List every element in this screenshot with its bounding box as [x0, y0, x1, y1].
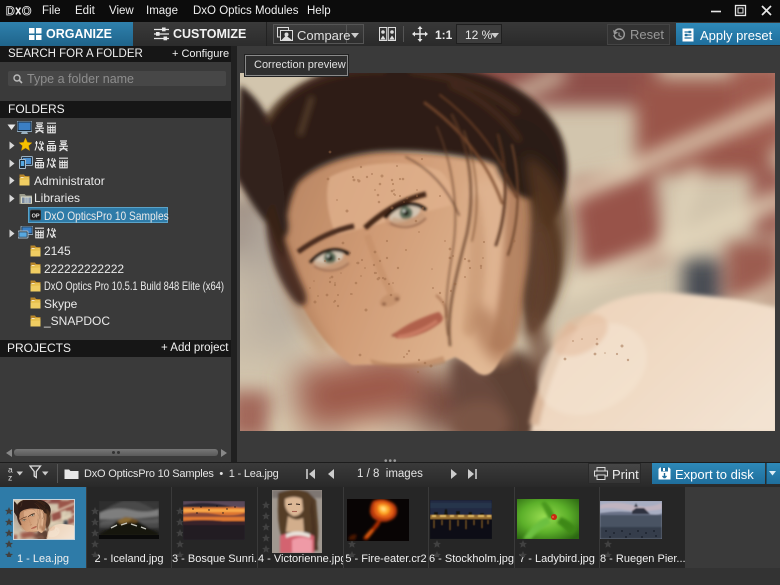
svg-text:O: O	[22, 5, 31, 17]
svg-text:D: D	[6, 5, 15, 17]
svg-text:z: z	[8, 473, 12, 482]
